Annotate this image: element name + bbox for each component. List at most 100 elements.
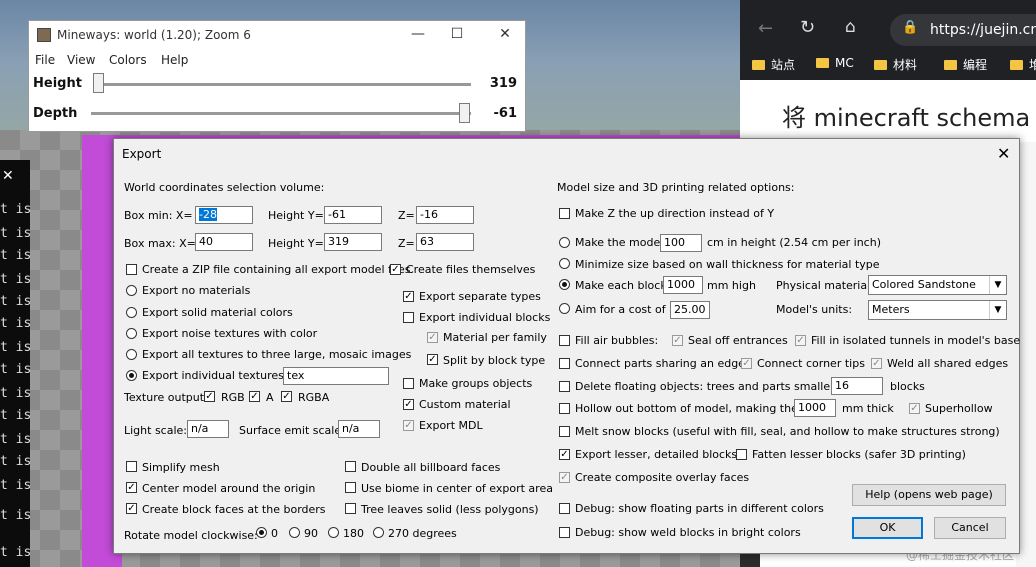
depth-slider-thumb[interactable]: [459, 103, 470, 123]
models-units-select[interactable]: Meters ▼: [868, 300, 1007, 320]
debug-floating-checkbox[interactable]: [559, 503, 570, 514]
help-button[interactable]: Help (opens web page): [852, 484, 1006, 506]
hollow-out-checkbox[interactable]: [559, 403, 570, 414]
bookmark-folder[interactable]: 材料: [874, 56, 917, 73]
bookmark-folder[interactable]: 堆: [1010, 56, 1036, 73]
export-mosaic-label: Export all textures to three large, mosa…: [142, 348, 412, 361]
menu-help[interactable]: Help: [161, 53, 188, 67]
close-icon[interactable]: ✕: [491, 26, 519, 42]
export-no-materials-radio[interactable]: [126, 285, 137, 296]
fill-isolated-tunnels-checkbox[interactable]: ✓: [795, 335, 806, 346]
rotate-90-radio[interactable]: [289, 527, 300, 538]
close-icon[interactable]: ✕: [2, 168, 14, 184]
box-min-y-label: Height Y=: [268, 209, 324, 222]
cancel-button[interactable]: Cancel: [934, 517, 1006, 539]
box-min-z-input[interactable]: -16: [416, 206, 474, 224]
home-icon[interactable]: ⌂: [845, 17, 856, 37]
connect-parts-checkbox[interactable]: [559, 358, 570, 369]
menu-colors[interactable]: Colors: [109, 53, 147, 67]
create-zip-checkbox[interactable]: [126, 264, 137, 275]
maximize-icon[interactable]: ☐: [443, 26, 471, 42]
aim-for-cost-radio[interactable]: [559, 303, 570, 314]
box-min-y-input[interactable]: -61: [324, 206, 382, 224]
export-separate-types-checkbox[interactable]: ✓: [403, 291, 414, 302]
bookmark-folder[interactable]: MC: [816, 56, 854, 70]
box-min-x-input[interactable]: -28: [195, 206, 253, 224]
depth-slider-track[interactable]: [91, 112, 471, 115]
make-each-block-input[interactable]: 1000: [663, 276, 703, 294]
fatten-lesser-label: Fatten lesser blocks (safer 3D printing): [752, 448, 966, 461]
physical-material-select[interactable]: Colored Sandstone ▼: [868, 275, 1007, 295]
fatten-lesser-checkbox[interactable]: [736, 449, 747, 460]
hollow-suffix: mm thick: [842, 402, 894, 415]
make-model-input[interactable]: 100: [660, 234, 702, 252]
minimize-icon[interactable]: —: [404, 26, 432, 42]
article-title: 将 minecraft schema 导: [782, 104, 1036, 132]
composite-overlay-checkbox[interactable]: ✓: [559, 472, 570, 483]
rotate-0-radio[interactable]: [256, 527, 267, 538]
use-biome-checkbox[interactable]: [345, 482, 356, 493]
make-model-radio[interactable]: [559, 237, 570, 248]
back-arrow-icon[interactable]: ←: [758, 18, 773, 39]
fill-air-bubbles-checkbox[interactable]: [559, 335, 570, 346]
export-solid-colors-radio[interactable]: [126, 307, 137, 318]
ok-button[interactable]: OK: [852, 517, 923, 539]
height-slider-thumb[interactable]: [93, 73, 104, 93]
debug-weld-checkbox[interactable]: [559, 527, 570, 538]
create-files-checkbox[interactable]: ✓: [390, 264, 401, 275]
export-mosaic-radio[interactable]: [126, 349, 137, 360]
make-each-block-radio[interactable]: [559, 279, 570, 290]
custom-material-checkbox[interactable]: ✓: [403, 399, 414, 410]
export-individual-blocks-checkbox[interactable]: [403, 312, 414, 323]
hollow-thickness-input[interactable]: 1000: [794, 399, 836, 417]
height-slider-track[interactable]: [95, 83, 471, 86]
make-groups-objects-checkbox[interactable]: [403, 378, 414, 389]
alpha-checkbox[interactable]: ✓: [249, 391, 260, 402]
export-lesser-checkbox[interactable]: ✓: [559, 449, 570, 460]
seal-off-entrances-checkbox[interactable]: ✓: [672, 335, 683, 346]
simplify-mesh-checkbox[interactable]: [126, 461, 137, 472]
export-individual-textures-radio[interactable]: [126, 370, 137, 381]
double-billboard-checkbox[interactable]: [345, 461, 356, 472]
box-max-x-input[interactable]: 40: [195, 233, 253, 251]
texture-dir-input[interactable]: tex: [283, 367, 389, 385]
export-noise-radio[interactable]: [126, 328, 137, 339]
connect-corner-tips-checkbox[interactable]: ✓: [741, 358, 752, 369]
delete-floating-input[interactable]: 16: [831, 377, 883, 395]
box-max-y-input[interactable]: 319: [324, 233, 382, 251]
rotate-180-radio[interactable]: [328, 527, 339, 538]
weld-shared-edges-checkbox[interactable]: ✓: [871, 358, 882, 369]
menu-file[interactable]: File: [35, 53, 55, 67]
minimize-size-radio[interactable]: [559, 258, 570, 269]
center-model-checkbox[interactable]: ✓: [126, 482, 137, 493]
tree-leaves-solid-checkbox[interactable]: [345, 503, 356, 514]
bookmark-folder[interactable]: 编程: [944, 56, 987, 73]
export-no-materials-label: Export no materials: [142, 284, 251, 297]
aim-for-cost-input[interactable]: 25.00: [670, 301, 710, 319]
menu-view[interactable]: View: [67, 53, 95, 67]
create-block-faces-checkbox[interactable]: ✓: [126, 503, 137, 514]
rgb-label: RGB: [221, 391, 245, 404]
window-titlebar: Mineways: world (1.20); Zoom 6 — ☐ ✕: [29, 21, 525, 49]
rgb-checkbox[interactable]: ✓: [204, 391, 215, 402]
rgba-checkbox[interactable]: ✓: [281, 391, 292, 402]
melt-snow-checkbox[interactable]: [559, 426, 570, 437]
bookmark-folder[interactable]: 站点: [752, 56, 795, 73]
split-by-block-type-checkbox[interactable]: ✓: [427, 354, 438, 365]
reload-icon[interactable]: ↻: [800, 17, 815, 38]
close-icon[interactable]: ✕: [997, 144, 1010, 163]
rotate-270-radio[interactable]: [373, 527, 384, 538]
connect-parts-label: Connect parts sharing an edge:: [575, 357, 749, 370]
lock-icon[interactable]: 🔒: [902, 20, 918, 35]
app-icon: [37, 28, 51, 42]
box-max-z-input[interactable]: 63: [416, 233, 474, 251]
material-per-family-checkbox[interactable]: ✓: [427, 332, 438, 343]
double-billboard-label: Double all billboard faces: [361, 461, 501, 474]
make-z-up-checkbox[interactable]: [559, 208, 570, 219]
export-mdl-checkbox[interactable]: ✓: [403, 420, 414, 431]
debug-floating-label: Debug: show floating parts in different …: [575, 502, 824, 515]
delete-floating-checkbox[interactable]: [559, 381, 570, 392]
light-scale-input[interactable]: n/a: [187, 420, 229, 438]
superhollow-checkbox[interactable]: ✓: [909, 403, 920, 414]
surface-emit-input[interactable]: n/a: [338, 420, 380, 438]
